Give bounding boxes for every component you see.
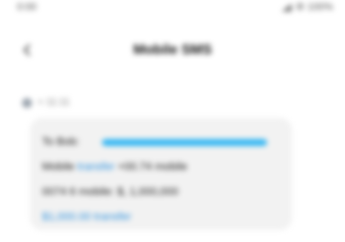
message-line-4: $1,000.00 transfer	[42, 205, 282, 230]
message-timestamp: ≈ 11:11	[22, 97, 70, 108]
message-word: +00.74 mobile	[117, 161, 188, 173]
message-line-2: Mobile transfer +00.74 mobile	[42, 155, 282, 180]
link-highlight[interactable]	[102, 139, 267, 146]
status-icons: ⚙ 100%	[281, 2, 333, 13]
message-recipient: To Bob:	[42, 136, 80, 148]
message-link[interactable]: transfer	[94, 211, 131, 223]
chat-icon	[22, 97, 32, 108]
message-amount-link[interactable]: $1,000.00	[42, 211, 91, 223]
page-title: Mobile SMS	[133, 41, 212, 57]
message-bubble[interactable]: To Bob: Mobile transfer +00.74 mobile 00…	[30, 118, 292, 230]
message-word: Mobile	[42, 161, 75, 173]
status-bar: 0:00 ⚙ 100%	[0, 0, 345, 18]
status-time: 0:00	[17, 2, 37, 13]
message-line-3: 0074 6 mobile: $, 1,000,000	[42, 186, 179, 198]
signal-icon	[281, 3, 292, 12]
status-right-text: ⚙ 100%	[295, 2, 333, 13]
message-line-1: To Bob:	[42, 130, 282, 155]
app-header: Mobile SMS	[0, 30, 345, 70]
message-link[interactable]: transfer	[77, 161, 114, 173]
timestamp-text: ≈ 11:11	[38, 97, 70, 108]
message-text: To Bob: Mobile transfer +00.74 mobile 00…	[42, 130, 282, 230]
